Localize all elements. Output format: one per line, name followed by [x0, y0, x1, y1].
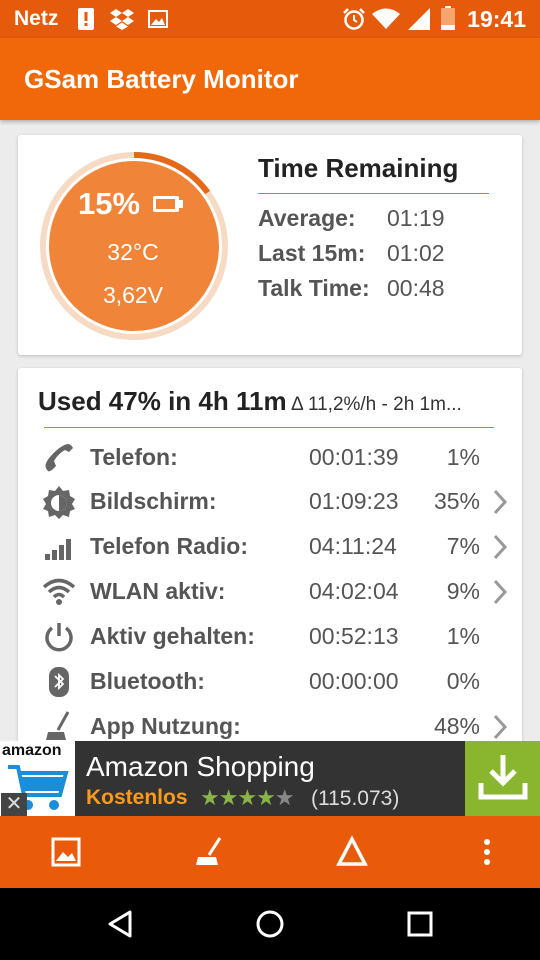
- usage-time: 01:09:23: [309, 488, 399, 514]
- battery-temperature: 32°C: [107, 239, 159, 265]
- ad-install-button[interactable]: [465, 741, 540, 816]
- usage-percent: 0%: [446, 668, 480, 694]
- ad-rating-count: (115.073): [311, 787, 400, 810]
- usage-label: Bluetooth:: [90, 668, 205, 694]
- usage-time: 00:01:39: [309, 444, 399, 470]
- gallery-icon: [148, 10, 168, 28]
- ad-price: Kostenlos: [86, 786, 188, 809]
- row-label: Last 15m:: [258, 240, 366, 266]
- phone-icon: [45, 444, 73, 472]
- row-value: 01:02: [387, 240, 445, 266]
- usage-percent: 35%: [433, 488, 480, 514]
- usage-row-bluetooth[interactable]: Bluetooth: 00:00:00 0%: [18, 659, 522, 704]
- battery-percent: 15%: [78, 186, 141, 221]
- alarm-icon: [343, 8, 365, 30]
- cell-signal-icon: [408, 8, 430, 30]
- usage-percent: 7%: [446, 533, 480, 559]
- wifi-icon: [42, 578, 76, 605]
- power-icon: [45, 623, 73, 652]
- usage-row-wlan[interactable]: WLAN aktiv: 04:02:04 9%: [18, 569, 522, 614]
- usage-time: 04:11:24: [309, 533, 397, 559]
- ad-app-name[interactable]: Amazon Shopping: [86, 751, 315, 783]
- ad-banner[interactable]: amazon ✕ Amazon Shopping Kostenlos ★★★★★…: [0, 741, 540, 816]
- usage-row-aktiv-gehalten[interactable]: Aktiv gehalten: 00:52:13 1%: [18, 614, 522, 659]
- row-label: Average:: [258, 205, 356, 231]
- time-remaining-title: Time Remaining: [258, 153, 459, 183]
- usage-label: Telefon:: [90, 444, 178, 470]
- usage-row-bildschirm[interactable]: Bildschirm: 01:09:23 35%: [18, 479, 522, 524]
- download-icon: [478, 755, 528, 800]
- app-title: GSam Battery Monitor: [24, 64, 299, 94]
- usage-headline: Used 47% in 4h 11m Δ 11,2%/h - 2h 1m...: [38, 386, 462, 417]
- battery-icon: [153, 196, 183, 212]
- triangle-icon[interactable]: [334, 834, 370, 870]
- brightness-icon: [43, 486, 75, 519]
- wifi-status-icon: [372, 8, 400, 29]
- usage-label: Bildschirm:: [90, 488, 217, 514]
- usage-percent: 48%: [433, 713, 480, 739]
- home-icon[interactable]: [252, 906, 288, 942]
- time-remaining-talk: Talk Time: 00:48: [258, 275, 445, 302]
- usage-rate: Δ 11,2%/h - 2h 1m...: [291, 394, 462, 415]
- usage-label: App Nutzung:: [90, 713, 241, 739]
- usage-time: 04:02:04: [309, 578, 399, 604]
- usage-percent: 1%: [446, 623, 480, 649]
- usage-label: WLAN aktiv:: [90, 578, 226, 604]
- logo-text: amazon: [2, 742, 62, 759]
- battery-status-icon: [441, 6, 455, 30]
- divider: [44, 427, 494, 428]
- usage-row-telefon-radio[interactable]: Telefon Radio: 04:11:24 7%: [18, 524, 522, 569]
- recents-icon[interactable]: [402, 906, 438, 942]
- bottom-action-bar: [0, 816, 540, 888]
- signal-bars-icon: [45, 539, 71, 560]
- broom-icon: [46, 711, 70, 740]
- usage-time: 00:52:13: [309, 623, 399, 649]
- usage-summary: Used 47% in 4h 11m: [38, 386, 287, 416]
- time-remaining-average: Average: 01:19: [258, 205, 445, 232]
- chevron-right-icon[interactable]: [492, 534, 508, 560]
- usage-card: Used 47% in 4h 11m Δ 11,2%/h - 2h 1m... …: [18, 368, 522, 748]
- amazon-logo[interactable]: amazon ✕: [0, 741, 75, 816]
- status-clock: 19:41: [467, 6, 526, 32]
- app-bar: GSam Battery Monitor: [0, 38, 540, 120]
- ad-close-button[interactable]: ✕: [1, 793, 27, 816]
- chevron-right-icon[interactable]: [492, 489, 508, 515]
- more-vert-icon[interactable]: [469, 834, 505, 870]
- usage-label: Aktiv gehalten:: [90, 623, 255, 649]
- usage-time: 00:00:00: [309, 668, 399, 694]
- carrier-label: Netz: [14, 7, 59, 30]
- alert-icon: [78, 8, 94, 30]
- battery-summary-card[interactable]: 15% 32°C 3,62V Time Remaining Average: 0…: [18, 135, 522, 355]
- usage-label: Telefon Radio:: [90, 533, 249, 559]
- system-nav-bar: [0, 888, 540, 960]
- chevron-right-icon[interactable]: [492, 579, 508, 605]
- usage-row-telefon[interactable]: Telefon: 00:01:39 1%: [18, 435, 522, 480]
- status-bar: Netz 19:41: [0, 0, 540, 38]
- time-remaining-last15m: Last 15m: 01:02: [258, 240, 445, 267]
- chevron-right-icon[interactable]: [492, 714, 508, 740]
- usage-percent: 1%: [446, 444, 480, 470]
- row-label: Talk Time:: [258, 275, 370, 301]
- bluetooth-icon: [49, 667, 69, 697]
- image-icon[interactable]: [48, 834, 84, 870]
- back-icon[interactable]: [102, 906, 138, 942]
- row-value: 00:48: [387, 275, 445, 301]
- battery-voltage: 3,62V: [102, 282, 164, 308]
- usage-percent: 9%: [446, 578, 480, 604]
- dropbox-icon: [110, 9, 134, 30]
- ad-rating-stars: ★★★★★: [200, 785, 295, 810]
- divider: [258, 193, 489, 194]
- broom-icon[interactable]: [190, 834, 226, 870]
- row-value: 01:19: [387, 205, 445, 231]
